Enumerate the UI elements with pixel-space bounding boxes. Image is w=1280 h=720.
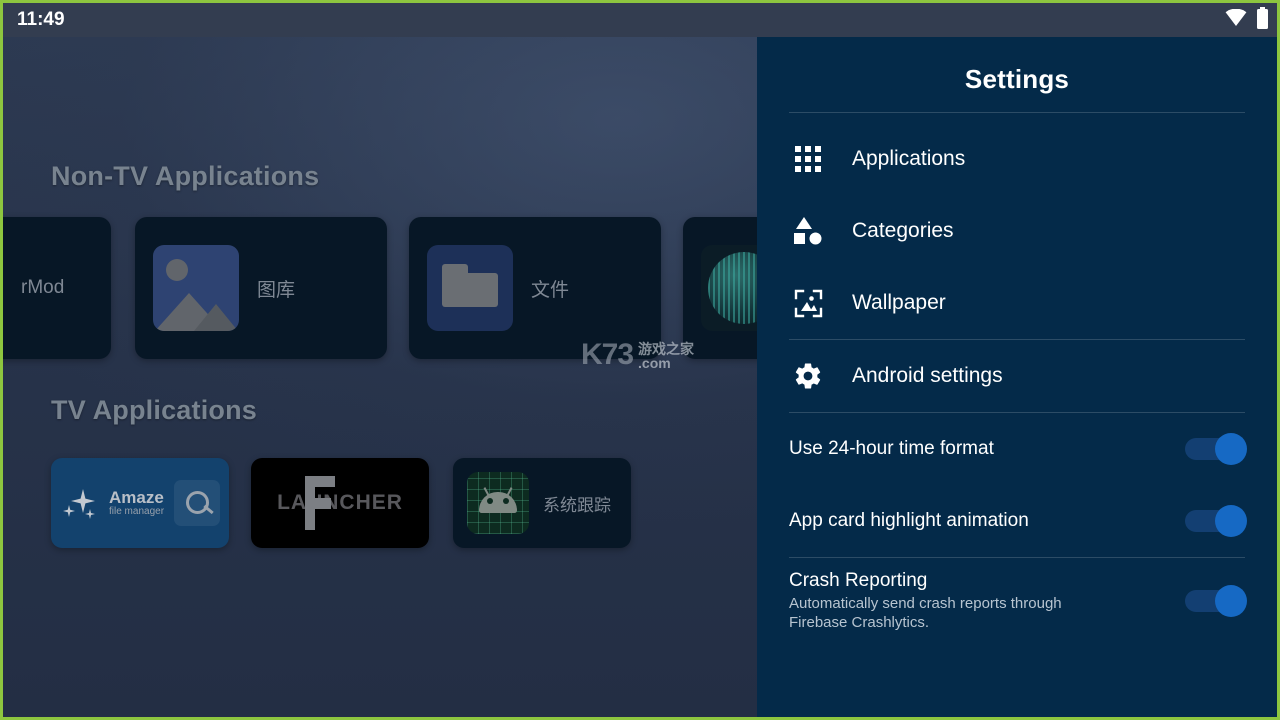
settings-item-wallpaper[interactable]: Wallpaper	[789, 267, 1245, 339]
gallery-icon	[153, 245, 239, 331]
toggle-thumb	[1215, 585, 1247, 617]
app-card-gallery[interactable]: 图库	[135, 217, 387, 359]
app-card-system-tracing[interactable]: 系统跟踪	[453, 458, 631, 548]
settings-toggle-24-hour-time[interactable]: Use 24-hour time format	[789, 413, 1247, 485]
toggle-subtitle: Automatically send crash reports through…	[789, 594, 1062, 631]
settings-item-label: Categories	[852, 219, 954, 242]
app-card-launcher[interactable]: LAUNCHER	[251, 458, 429, 548]
settings-panel: Settings Applications Categories Wallpap…	[757, 37, 1277, 717]
settings-item-applications[interactable]: Applications	[789, 123, 1245, 195]
toggle-switch[interactable]	[1185, 505, 1247, 537]
toggle-thumb	[1215, 433, 1247, 465]
settings-item-label: Wallpaper	[852, 291, 946, 314]
toggle-switch[interactable]	[1185, 433, 1247, 465]
section-title-non-tv: Non-TV Applications	[51, 161, 320, 191]
app-label: rMod	[21, 277, 65, 298]
shapes-icon	[791, 214, 825, 248]
amaze-name: Amaze	[109, 487, 164, 507]
globe-icon	[701, 245, 760, 331]
status-bar: 11:49	[3, 3, 1277, 37]
app-card-amaze-file-manager[interactable]: Amaze file manager	[51, 458, 229, 548]
clock: 11:49	[17, 9, 65, 30]
settings-item-label: Applications	[852, 147, 966, 170]
wifi-icon	[1225, 8, 1247, 32]
settings-toggle-app-card-highlight[interactable]: App card highlight animation	[789, 485, 1247, 557]
toggle-switch[interactable]	[1185, 585, 1247, 617]
launcher-content: Non-TV Applications rMod 图库 文件 TV Applic…	[3, 37, 760, 717]
apps-grid-icon	[791, 142, 825, 176]
device-screen: Non-TV Applications rMod 图库 文件 TV Applic…	[0, 0, 1280, 720]
files-folder-icon	[427, 245, 513, 331]
app-label: 文件	[531, 279, 570, 301]
amaze-file-manager-icon: Amaze file manager	[51, 458, 229, 548]
app-card-globe[interactable]	[683, 217, 760, 359]
settings-toggle-crash-reporting[interactable]: Crash Reporting Automatically send crash…	[789, 558, 1247, 644]
search-icon	[174, 480, 221, 526]
wallpaper-image-icon	[791, 286, 825, 320]
toggle-thumb	[1215, 505, 1247, 537]
amaze-sublabel: file manager	[109, 505, 165, 517]
battery-icon	[1256, 6, 1269, 34]
gear-icon	[791, 359, 825, 393]
android-system-tracing-icon	[467, 472, 529, 534]
app-label: 图库	[257, 279, 296, 301]
app-card-partial-left[interactable]: rMod	[3, 217, 111, 359]
settings-item-label: Android settings	[852, 364, 1003, 387]
toggle-title: Crash Reporting	[789, 569, 928, 591]
settings-item-categories[interactable]: Categories	[789, 195, 1245, 267]
section-title-tv: TV Applications	[51, 395, 258, 425]
toggle-title: App card highlight animation	[789, 510, 1029, 531]
toggle-title: Use 24-hour time format	[789, 438, 994, 459]
launcher-logo-icon	[299, 472, 343, 534]
status-icons	[1225, 6, 1269, 34]
app-card-files[interactable]: 文件	[409, 217, 661, 359]
settings-item-android-settings[interactable]: Android settings	[789, 340, 1245, 412]
settings-title: Settings	[964, 64, 1070, 94]
app-label: 系统跟踪	[543, 495, 611, 515]
